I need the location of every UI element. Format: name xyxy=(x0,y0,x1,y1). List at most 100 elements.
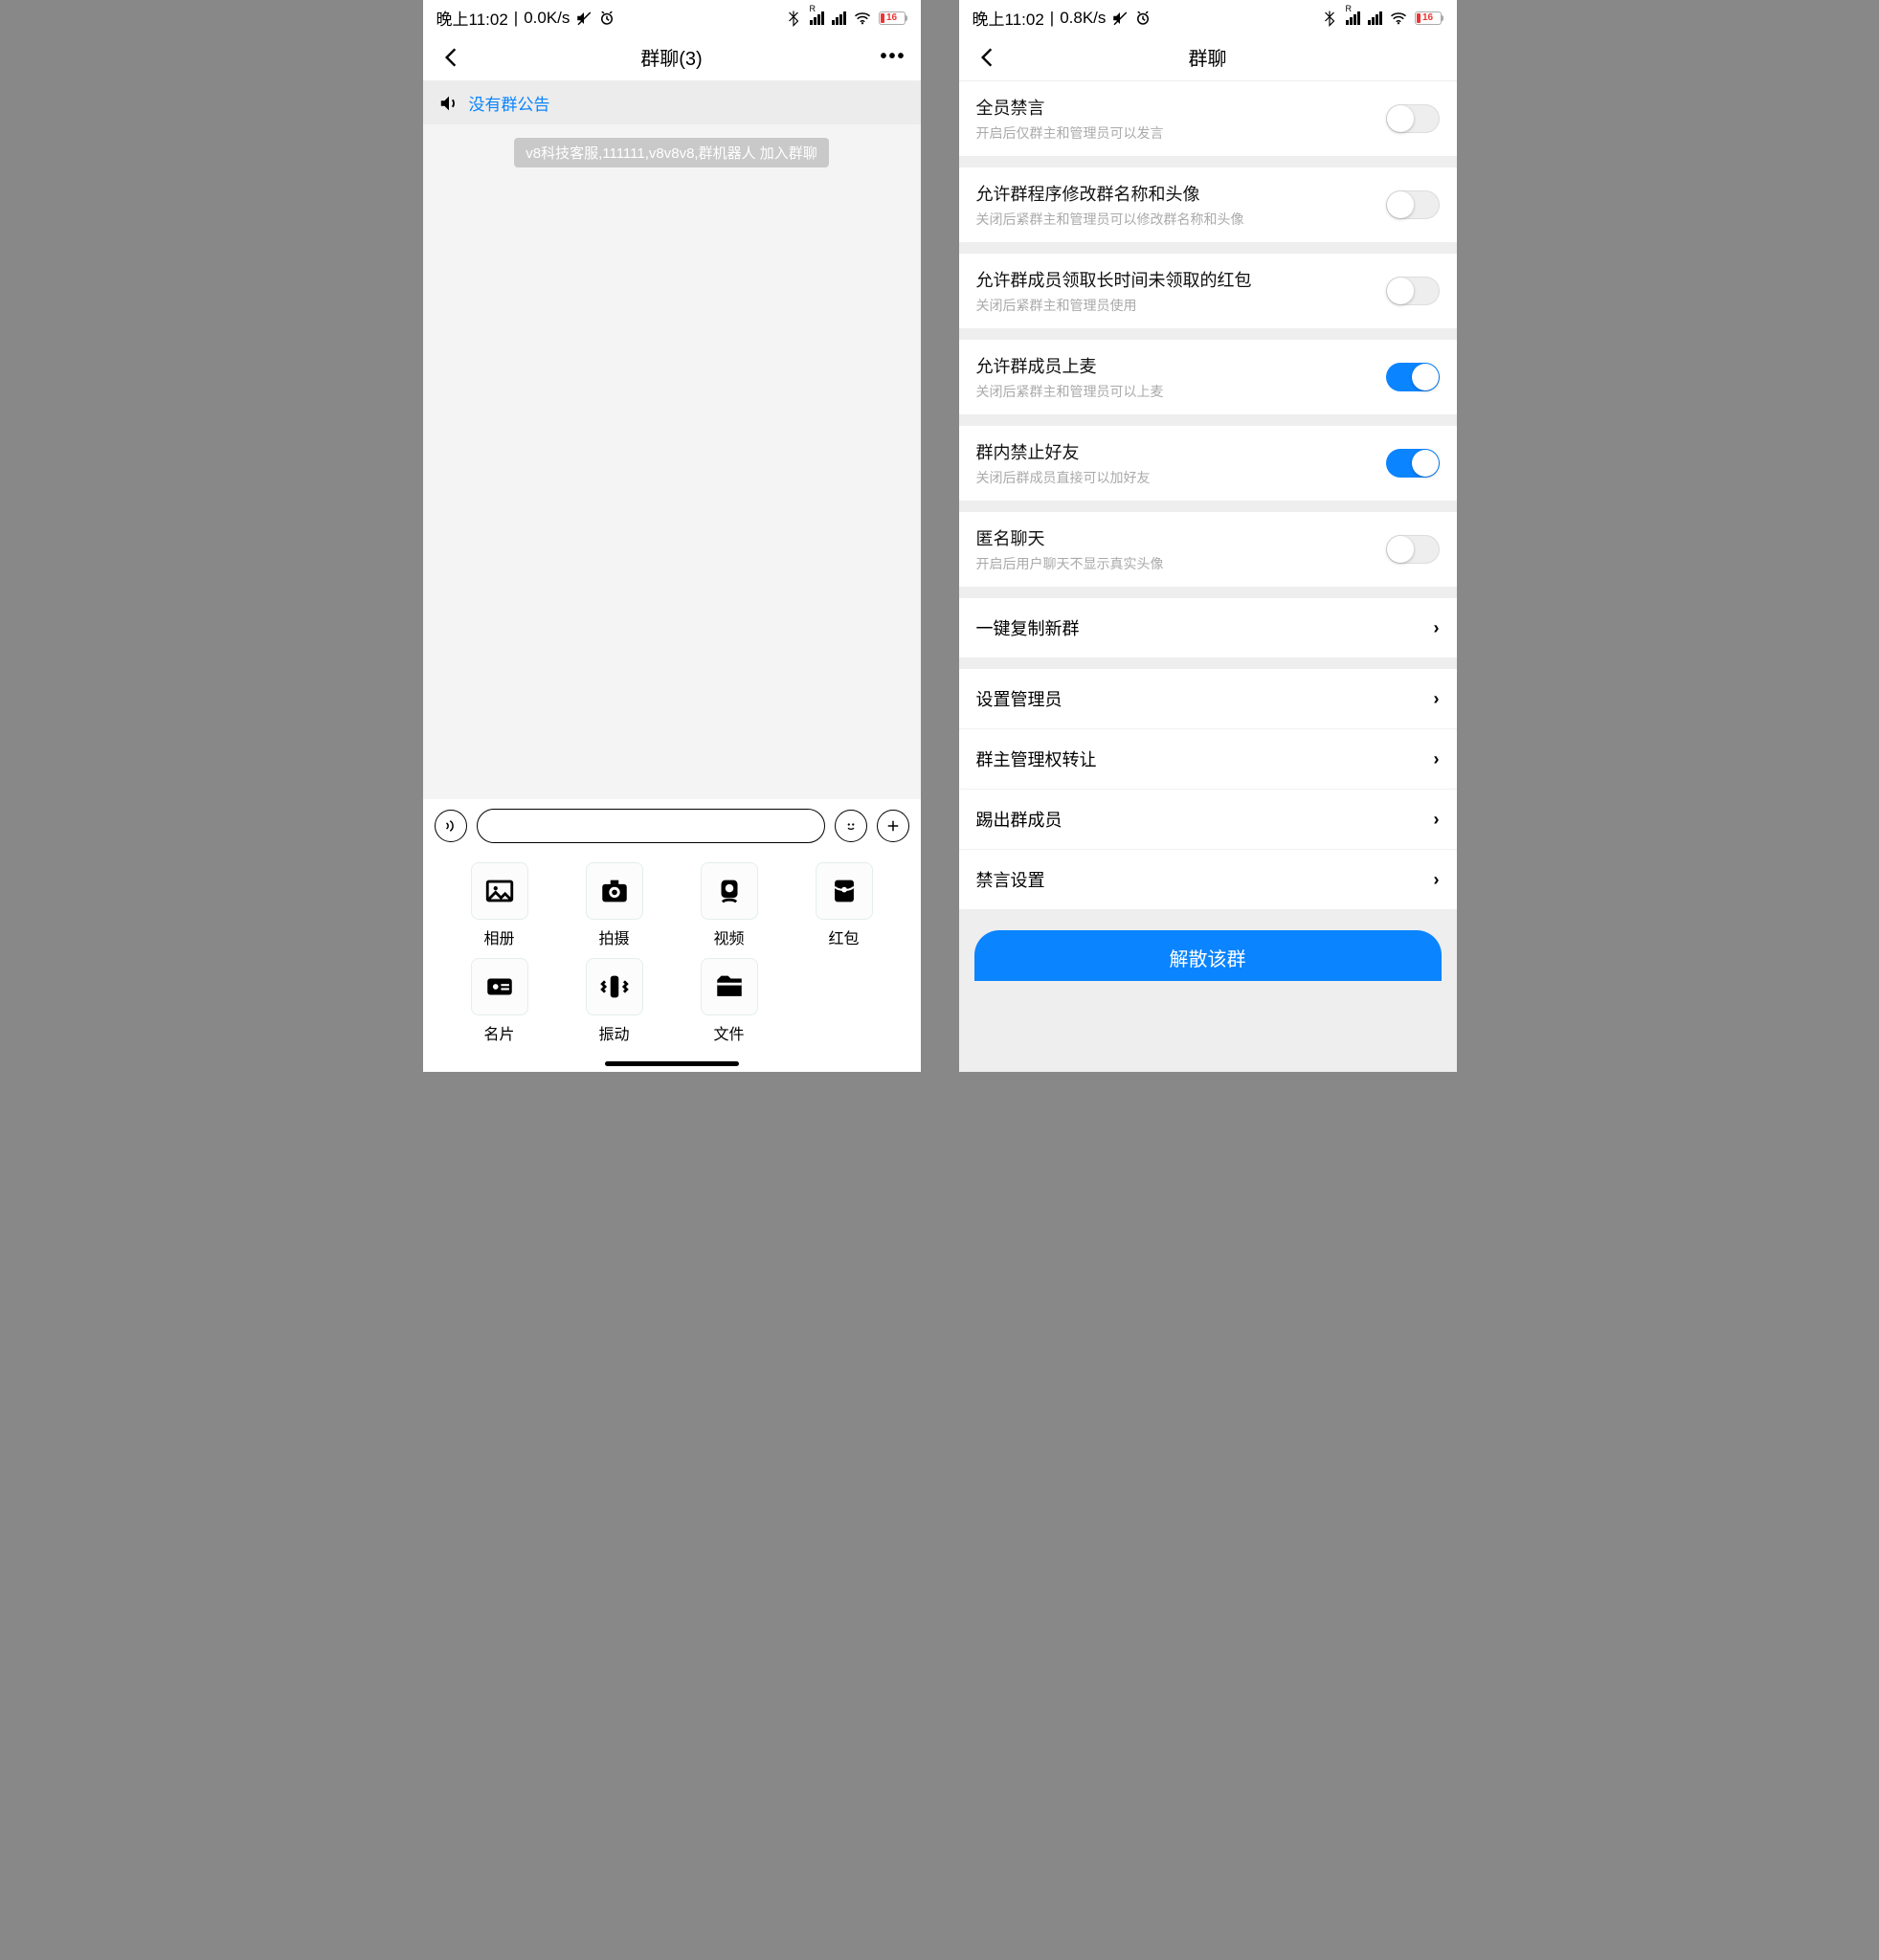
toggle-switch[interactable] xyxy=(1386,363,1440,391)
back-icon[interactable] xyxy=(438,45,463,70)
setting-row: 允许群成员上麦关闭后紧群主和管理员可以上麦 xyxy=(959,340,1457,414)
chat-body[interactable]: v8科技客服,111111,v8v8v8,群机器人 加入群聊 xyxy=(423,124,921,798)
setting-subtitle: 关闭后紧群主和管理员可以上麦 xyxy=(976,382,1386,401)
input-row xyxy=(423,798,921,853)
setting-subtitle: 关闭后紧群主和管理员可以修改群名称和头像 xyxy=(976,210,1386,229)
setting-row: 全员禁言开启后仅群主和管理员可以发言 xyxy=(959,81,1457,156)
attach-label: 振动 xyxy=(598,1021,629,1044)
back-icon[interactable] xyxy=(974,45,999,70)
toggle-switch[interactable] xyxy=(1386,277,1440,305)
nav-section-2: 设置管理员 › 群主管理权转让 › 踢出群成员›禁言设置› xyxy=(959,669,1457,909)
attach-item-vibrate[interactable]: 振动 xyxy=(557,958,672,1044)
attach-item-redpacket[interactable]: 红包 xyxy=(787,862,902,948)
emoji-button[interactable] xyxy=(835,810,867,842)
nav-label: 禁言设置 xyxy=(976,867,1045,892)
video-icon xyxy=(701,862,758,920)
more-icon[interactable]: ••• xyxy=(880,46,905,68)
nav-row[interactable]: 群主管理权转让 › xyxy=(959,729,1457,790)
setting-subtitle: 关闭后紧群主和管理员使用 xyxy=(976,296,1386,315)
status-speed: 0.8K/s xyxy=(1060,9,1106,28)
status-time: 晚上11:02 xyxy=(436,6,508,30)
nav-row[interactable]: 一键复制新群 › xyxy=(959,598,1457,657)
toggle-switch[interactable] xyxy=(1386,449,1440,478)
attach-label: 名片 xyxy=(483,1021,514,1044)
setting-title: 全员禁言 xyxy=(976,95,1386,120)
settings-title: 群聊 xyxy=(1189,43,1227,71)
phone-chat: 晚上11:02 | 0.0K/s R 16 群聊(3) ••• 没有群公告 v8… xyxy=(423,0,921,1072)
attach-item-camera[interactable]: 拍摄 xyxy=(557,862,672,948)
setting-subtitle: 开启后仅群主和管理员可以发言 xyxy=(976,123,1386,143)
redpacket-icon xyxy=(816,862,873,920)
nav-label: 群主管理权转让 xyxy=(976,746,1097,771)
setting-row: 允许群程序修改群名称和头像关闭后紧群主和管理员可以修改群名称和头像 xyxy=(959,167,1457,242)
status-speed: 0.0K/s xyxy=(524,9,570,28)
wifi-icon xyxy=(1390,11,1407,25)
attach-item-file[interactable]: 文件 xyxy=(672,958,787,1044)
announcement-bar[interactable]: 没有群公告 xyxy=(423,81,921,124)
attach-label: 相册 xyxy=(483,925,514,948)
setting-title: 群内禁止好友 xyxy=(976,439,1386,464)
chat-nav: 群聊(3) ••• xyxy=(423,33,921,81)
setting-row: 群内禁止好友关闭后群成员直接可以加好友 xyxy=(959,426,1457,501)
status-bar: 晚上11:02 | 0.8K/s R 16 xyxy=(959,0,1457,33)
battery-icon: 16 xyxy=(1415,11,1443,25)
status-bar: 晚上11:02 | 0.0K/s R 16 xyxy=(423,0,921,33)
vibrate-icon xyxy=(586,958,643,1015)
signal-icon-2 xyxy=(1368,11,1382,25)
nav-label: 一键复制新群 xyxy=(976,615,1080,640)
attach-label: 拍摄 xyxy=(598,925,629,948)
toggle-list: 全员禁言开启后仅群主和管理员可以发言允许群程序修改群名称和头像关闭后紧群主和管理… xyxy=(959,81,1457,587)
nav-row[interactable]: 踢出群成员› xyxy=(959,790,1457,850)
battery-icon: 16 xyxy=(879,11,907,25)
setting-row: 匿名聊天开启后用户聊天不显示真实头像 xyxy=(959,512,1457,587)
smile-icon xyxy=(842,817,860,835)
attach-label: 视频 xyxy=(713,925,744,948)
dissolve-button[interactable]: 解散该群 xyxy=(974,930,1442,981)
voice-button[interactable] xyxy=(435,810,467,842)
mute-icon xyxy=(1111,10,1129,27)
speaker-icon xyxy=(438,93,459,114)
signal-icon-1: R xyxy=(810,11,824,25)
system-message: v8科技客服,111111,v8v8v8,群机器人 加入群聊 xyxy=(514,138,829,167)
sound-icon xyxy=(442,817,459,835)
bluetooth-icon xyxy=(785,10,802,27)
camera-icon xyxy=(586,862,643,920)
setting-row: 允许群成员领取长时间未领取的红包关闭后紧群主和管理员使用 xyxy=(959,254,1457,328)
chevron-right-icon: › xyxy=(1434,749,1440,769)
wifi-icon xyxy=(854,11,871,25)
attachment-grid: 相册 拍摄 视频 红包名片 振动 文件 xyxy=(423,853,921,1054)
plus-button[interactable] xyxy=(877,810,909,842)
chevron-right-icon: › xyxy=(1434,618,1440,638)
toggle-switch[interactable] xyxy=(1386,190,1440,219)
message-input[interactable] xyxy=(477,809,825,843)
nav-section-1: 一键复制新群 › xyxy=(959,598,1457,657)
home-indicator[interactable] xyxy=(605,1061,739,1066)
nav-label: 踢出群成员 xyxy=(976,807,1063,832)
settings-nav: 群聊 xyxy=(959,33,1457,81)
alarm-icon xyxy=(1134,10,1152,27)
nav-row[interactable]: 禁言设置› xyxy=(959,850,1457,909)
setting-title: 匿名聊天 xyxy=(976,525,1386,550)
phone-settings: 晚上11:02 | 0.8K/s R 16 群聊 全员禁言开启后仅群主和管理员可… xyxy=(959,0,1457,1072)
alarm-icon xyxy=(598,10,615,27)
chevron-right-icon: › xyxy=(1434,689,1440,709)
toggle-switch[interactable] xyxy=(1386,535,1440,564)
settings-scroll[interactable]: 全员禁言开启后仅群主和管理员可以发言允许群程序修改群名称和头像关闭后紧群主和管理… xyxy=(959,81,1457,1072)
setting-title: 允许群程序修改群名称和头像 xyxy=(976,181,1386,206)
card-icon xyxy=(471,958,528,1015)
attach-label: 文件 xyxy=(713,1021,744,1044)
nav-label: 设置管理员 xyxy=(976,686,1063,711)
attach-item-image[interactable]: 相册 xyxy=(442,862,557,948)
attach-label: 红包 xyxy=(828,925,859,948)
setting-title: 允许群成员领取长时间未领取的红包 xyxy=(976,267,1386,292)
bluetooth-icon xyxy=(1321,10,1338,27)
signal-icon-2 xyxy=(832,11,846,25)
toggle-switch[interactable] xyxy=(1386,104,1440,133)
setting-subtitle: 关闭后群成员直接可以加好友 xyxy=(976,468,1386,487)
file-icon xyxy=(701,958,758,1015)
nav-row[interactable]: 设置管理员 › xyxy=(959,669,1457,729)
attach-item-card[interactable]: 名片 xyxy=(442,958,557,1044)
plus-icon xyxy=(884,817,902,835)
attach-item-video[interactable]: 视频 xyxy=(672,862,787,948)
image-icon xyxy=(471,862,528,920)
